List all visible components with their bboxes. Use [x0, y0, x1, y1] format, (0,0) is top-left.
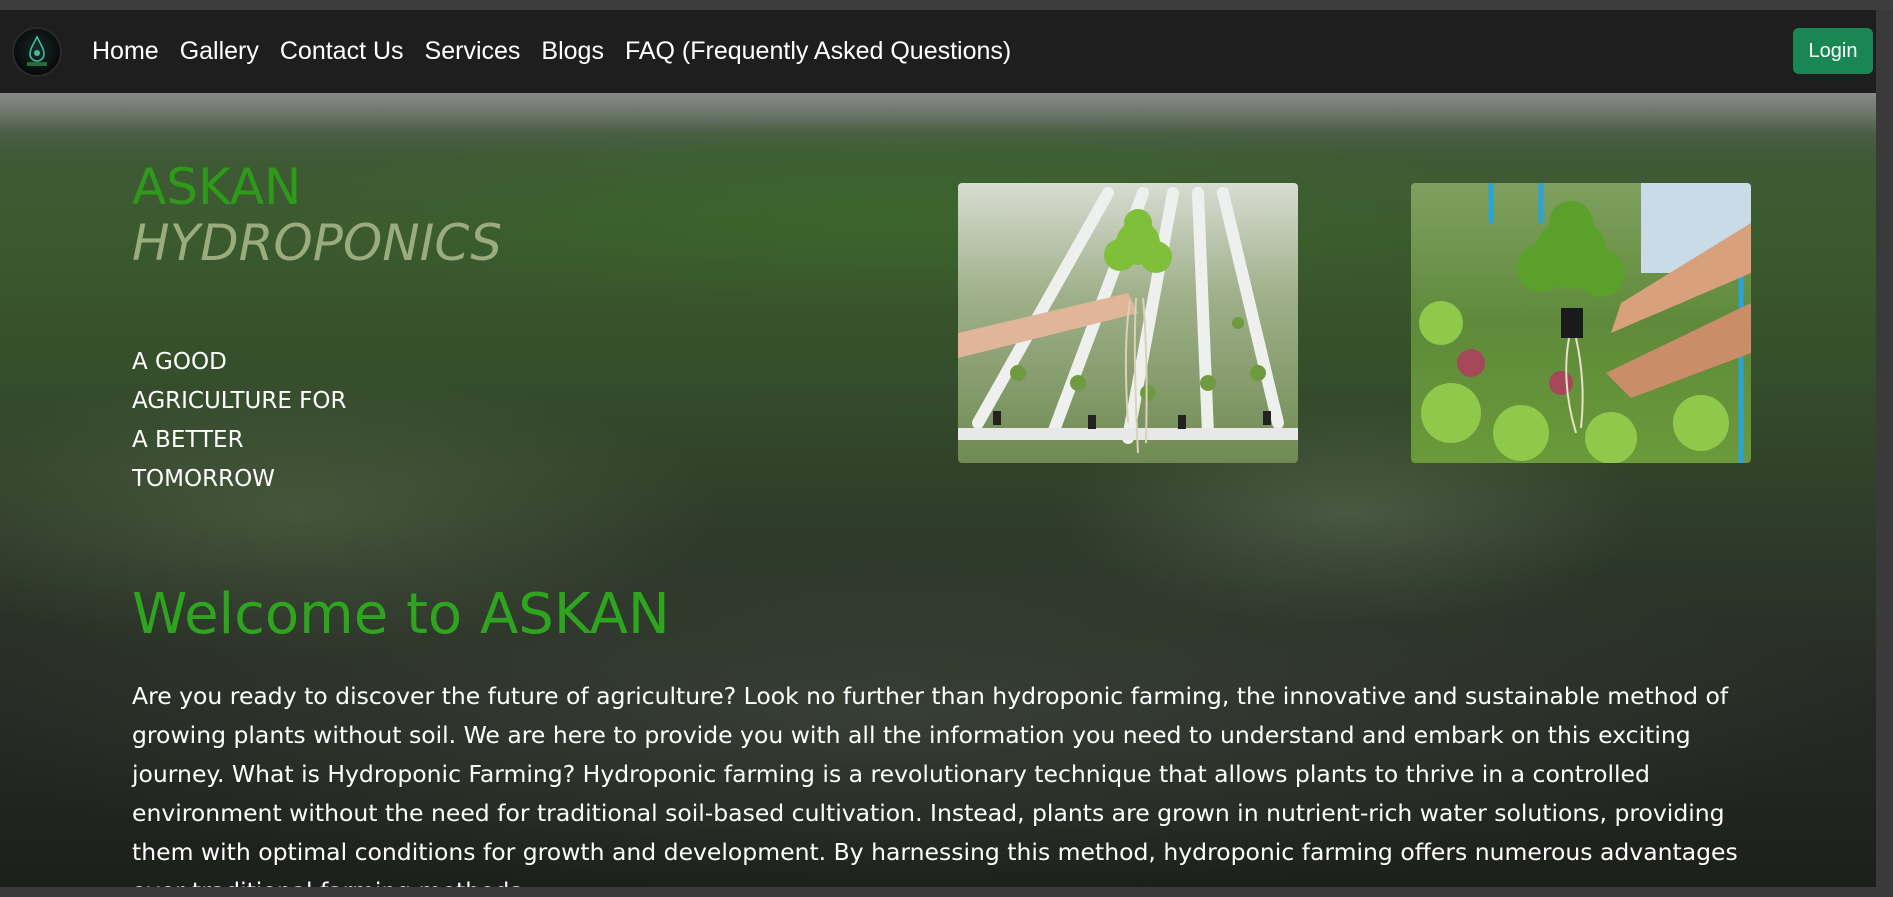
nav-services-link[interactable]: Services — [425, 34, 521, 68]
tagline-line: A BETTER — [132, 427, 244, 453]
lettuce-roots-photo — [1411, 183, 1751, 463]
navbar: Home Gallery Contact Us Services Blogs F… — [0, 10, 1876, 93]
nav-blogs-link[interactable]: Blogs — [541, 34, 604, 68]
intro-paragraph: Are you ready to discover the future of … — [132, 682, 1738, 887]
welcome-heading: Welcome to ASKAN — [132, 582, 670, 647]
brand-title-hydroponics: HYDROPONICS — [132, 214, 502, 272]
window-scrollbar[interactable] — [1876, 10, 1893, 897]
tagline-line: TOMORROW — [132, 466, 275, 492]
brand-title-askan: ASKAN — [132, 158, 302, 216]
nav-home-link[interactable]: Home — [92, 34, 159, 68]
askan-logo-icon[interactable] — [12, 27, 62, 77]
window-bottom-edge — [0, 887, 1876, 897]
nav-links: Home Gallery Contact Us Services Blogs F… — [92, 34, 1032, 68]
hydroponic-pipes-photo — [958, 183, 1298, 463]
tagline: A GOOD AGRICULTURE FOR A BETTER TOMORROW — [132, 343, 346, 499]
hero-section: ASKAN HYDROPONICS A GOOD AGRICULTURE FOR… — [0, 93, 1876, 887]
window-top-edge — [0, 0, 1893, 10]
nav-gallery-link[interactable]: Gallery — [180, 34, 259, 68]
login-button[interactable]: Login — [1793, 28, 1873, 74]
nav-faq-link[interactable]: FAQ (Frequently Asked Questions) — [625, 34, 1011, 68]
browser-frame: Home Gallery Contact Us Services Blogs F… — [0, 0, 1893, 897]
hero-top-glow — [0, 93, 1876, 133]
tagline-line: A GOOD — [132, 349, 227, 375]
nav-contact-link[interactable]: Contact Us — [280, 34, 404, 68]
tagline-line: AGRICULTURE FOR — [132, 388, 347, 414]
